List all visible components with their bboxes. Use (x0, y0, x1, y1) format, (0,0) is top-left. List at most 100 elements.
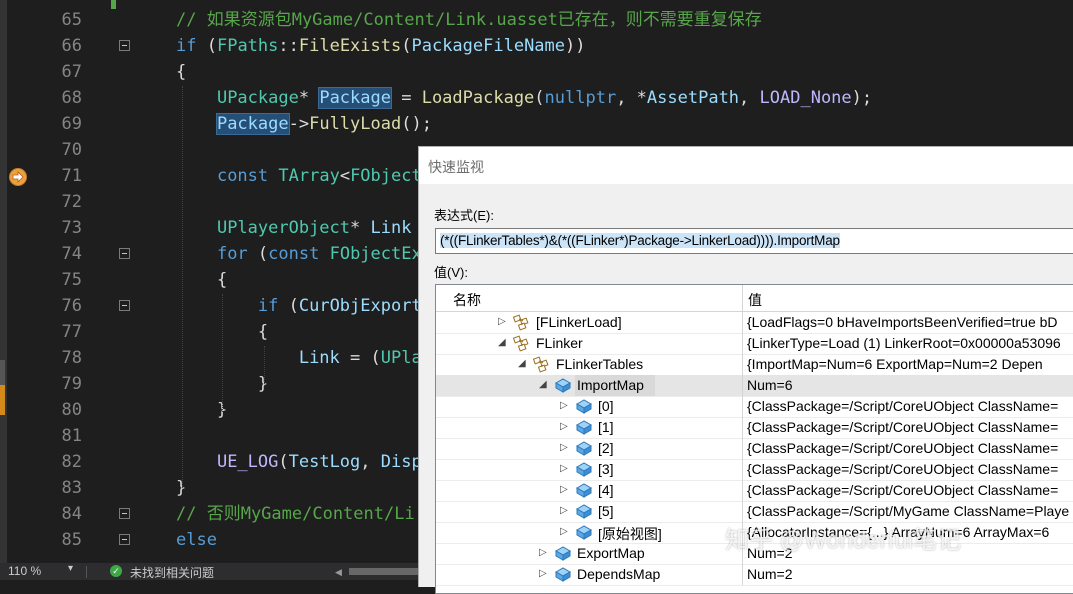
line-number: 85 (61, 530, 82, 550)
code-text: if (CurObjExport (176, 293, 422, 319)
dialog-titlebar[interactable]: 快速监视 (419, 147, 1073, 184)
code-token: TArray (278, 166, 340, 186)
column-header-value[interactable]: 值 (748, 290, 762, 310)
line-number: 77 (61, 322, 82, 342)
watch-row[interactable]: ▷ DependsMap Num=2 (436, 564, 1073, 586)
chevron-down-icon[interactable]: ▾ (68, 563, 73, 574)
code-line[interactable]: 68 UPackage* Package = LoadPackage(nullp… (0, 85, 1073, 111)
expand-arrow-icon[interactable]: ▷ (560, 484, 568, 495)
collapse-arrow-icon[interactable]: ◢ (539, 379, 547, 390)
watch-row-value: {ClassPackage=/Script/MyGame ClassName=P… (747, 503, 1070, 519)
collapse-icon[interactable] (119, 248, 130, 259)
watch-row-value: {LoadFlags=0 bHaveImportsBeenVerified=tr… (747, 314, 1058, 330)
code-token: )) (565, 36, 586, 56)
code-text: if (FPaths::FileExists(PackageFileName)) (176, 33, 586, 59)
collapse-arrow-icon[interactable]: ◢ (518, 358, 526, 369)
code-token: ( (247, 244, 269, 264)
watch-row[interactable]: ▷ [1] {ClassPackage=/Script/CoreUObject Cl… (436, 417, 1073, 439)
code-token: { (176, 62, 187, 82)
code-text: { (176, 267, 227, 293)
scroll-left-icon[interactable]: ◀ (335, 567, 347, 577)
expand-arrow-icon[interactable]: ▷ (560, 421, 568, 432)
column-divider (742, 417, 743, 438)
dialog-title: 快速监视 (428, 159, 484, 175)
collapse-icon[interactable] (119, 40, 130, 51)
code-token: , (739, 88, 760, 108)
status-separator (86, 566, 87, 578)
code-token: LoadPackage (421, 88, 535, 108)
expand-arrow-icon[interactable]: ▷ (560, 463, 568, 474)
class-icon (532, 355, 552, 373)
collapse-icon[interactable] (119, 508, 130, 519)
expand-arrow-icon[interactable]: ▷ (560, 505, 568, 516)
line-number: 82 (61, 452, 82, 472)
watch-row-name: [5] (598, 503, 614, 519)
zoom-level[interactable]: 110 % (8, 564, 41, 578)
code-line[interactable]: 65 // 如果资源包MyGame/Content/Link.uasset已存在，… (0, 7, 1073, 33)
field-icon (553, 376, 573, 394)
line-number: 65 (61, 10, 82, 30)
collapse-arrow-icon[interactable]: ◢ (498, 337, 506, 348)
code-token: UPlayerObject (216, 218, 351, 238)
code-token: = ( (339, 348, 381, 368)
horizontal-scrollbar-thumb[interactable] (349, 568, 419, 575)
watch-row[interactable]: ▷ [0] {ClassPackage=/Script/CoreUObject Cl… (436, 396, 1073, 418)
line-number: 71 (61, 166, 82, 186)
watch-row-name: ExportMap (577, 545, 645, 561)
code-text: UE_LOG(TestLog, Disp (176, 449, 422, 475)
column-divider (742, 396, 743, 417)
code-token: ( (534, 88, 545, 108)
code-token: } (176, 400, 228, 420)
column-divider (742, 459, 743, 480)
watch-row-name: [原始视图] (598, 526, 662, 542)
watch-row[interactable]: ▷ [2] {ClassPackage=/Script/CoreUObject Cl… (436, 438, 1073, 460)
watch-row-value: {ClassPackage=/Script/CoreUObject ClassN… (747, 461, 1059, 477)
watch-row[interactable]: ▷ [3] {ClassPackage=/Script/CoreUObject Cl… (436, 459, 1073, 481)
column-divider[interactable] (742, 285, 743, 311)
expression-input[interactable]: (*((FLinkerTables*)&(*((FLinker*)Package… (435, 228, 1073, 254)
field-icon (553, 565, 573, 583)
code-token: ( (278, 296, 299, 316)
expand-arrow-icon[interactable]: ▷ (560, 526, 568, 537)
code-text: UPlayerObject* Link (176, 215, 412, 241)
watch-row[interactable]: ◢ ImportMap Num=6 (436, 375, 1073, 397)
column-divider (742, 333, 743, 354)
code-token: FObject (350, 166, 422, 186)
field-icon (574, 397, 594, 415)
column-header-name[interactable]: 名称 (453, 290, 481, 310)
code-line[interactable]: 69 Package->FullyLoad(); (0, 111, 1073, 137)
code-token: const (216, 166, 269, 186)
line-number: 72 (61, 192, 82, 212)
expand-arrow-icon[interactable]: ▷ (498, 316, 506, 327)
code-token: for (216, 244, 248, 264)
expand-arrow-icon[interactable]: ▷ (560, 442, 568, 453)
issues-status[interactable]: 未找到相关问题 (130, 564, 214, 581)
code-token: if (257, 296, 279, 316)
watch-row[interactable]: ◢ FLinkerTables {ImportMap=Num=6 ExportMap… (436, 354, 1073, 376)
collapse-icon[interactable] (119, 534, 130, 545)
expand-arrow-icon[interactable]: ▷ (560, 400, 568, 411)
code-token: ( (278, 452, 289, 472)
code-line[interactable]: 67 { (0, 59, 1073, 85)
code-token: if (176, 36, 197, 56)
expand-arrow-icon[interactable]: ▷ (539, 568, 547, 579)
collapse-icon[interactable] (119, 300, 130, 311)
code-text: else (176, 527, 217, 553)
expand-arrow-icon[interactable]: ▷ (539, 547, 547, 558)
code-line[interactable]: 66 if (FPaths::FileExists(PackageFileName… (0, 33, 1073, 59)
column-divider (742, 438, 743, 459)
line-number: 80 (61, 400, 82, 420)
watch-row[interactable]: ▷ [4] {ClassPackage=/Script/CoreUObject Cl… (436, 480, 1073, 502)
code-token: Disp (380, 452, 422, 472)
code-token: { (176, 270, 228, 290)
watch-row[interactable]: ▷ [FLinkerLoad] {LoadFlags=0 bHaveImportsB… (436, 312, 1073, 334)
code-token: UPla (380, 348, 422, 368)
code-token: UPackage (216, 88, 299, 108)
code-text: for (const FObjectEx (176, 241, 422, 267)
watch-row[interactable]: ◢ FLinker {LinkerType=Load (1) LinkerRoot=… (436, 333, 1073, 355)
watch-row-value: {ImportMap=Num=6 ExportMap=Num=2 Depen (747, 356, 1043, 372)
